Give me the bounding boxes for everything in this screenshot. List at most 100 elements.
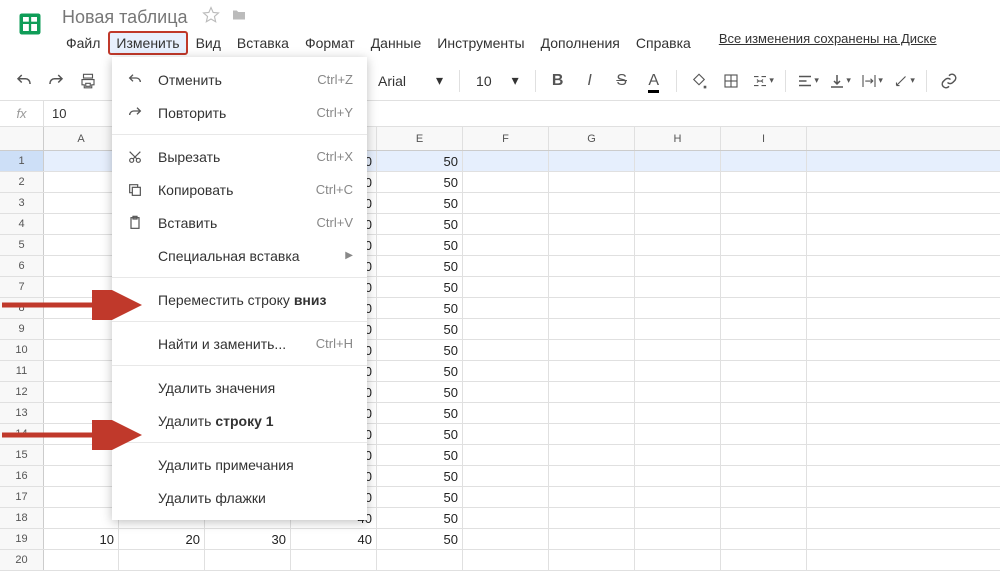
- undo-button[interactable]: [10, 67, 38, 95]
- cell[interactable]: [463, 508, 549, 528]
- menu-delete-values[interactable]: Удалить значения: [112, 371, 367, 404]
- menu-delete-checkboxes[interactable]: Удалить флажки: [112, 481, 367, 514]
- cell[interactable]: [721, 277, 807, 297]
- menu-data[interactable]: Данные: [363, 31, 430, 55]
- cell[interactable]: [721, 550, 807, 570]
- col-header[interactable]: H: [635, 127, 721, 150]
- cell[interactable]: [44, 172, 119, 192]
- menu-addons[interactable]: Дополнения: [533, 31, 628, 55]
- table-row[interactable]: 191020304050: [0, 529, 1000, 550]
- menu-view[interactable]: Вид: [188, 31, 229, 55]
- cell[interactable]: 30: [205, 529, 291, 549]
- row-header[interactable]: 4: [0, 214, 44, 234]
- menu-undo[interactable]: ОтменитьCtrl+Z: [112, 63, 367, 96]
- col-header[interactable]: G: [549, 127, 635, 150]
- cell[interactable]: [463, 550, 549, 570]
- cell[interactable]: 50: [377, 382, 463, 402]
- row-header[interactable]: 18: [0, 508, 44, 528]
- redo-button[interactable]: [42, 67, 70, 95]
- cell[interactable]: 40: [291, 529, 377, 549]
- cell[interactable]: [635, 214, 721, 234]
- cell[interactable]: [549, 403, 635, 423]
- cell[interactable]: [549, 487, 635, 507]
- cell[interactable]: [44, 361, 119, 381]
- cell[interactable]: 10: [44, 529, 119, 549]
- cell[interactable]: [44, 487, 119, 507]
- cell[interactable]: 50: [377, 529, 463, 549]
- cell[interactable]: [549, 424, 635, 444]
- row-header[interactable]: 10: [0, 340, 44, 360]
- cell[interactable]: [635, 424, 721, 444]
- cell[interactable]: [463, 256, 549, 276]
- cell[interactable]: [635, 319, 721, 339]
- menu-paste-special[interactable]: Специальная вставка▶: [112, 239, 367, 272]
- cell[interactable]: 50: [377, 172, 463, 192]
- cell[interactable]: [721, 214, 807, 234]
- text-color-button[interactable]: A: [640, 67, 668, 95]
- select-all-corner[interactable]: [0, 127, 44, 150]
- cell[interactable]: 50: [377, 487, 463, 507]
- row-header[interactable]: 19: [0, 529, 44, 549]
- cell[interactable]: [635, 508, 721, 528]
- cell[interactable]: [721, 529, 807, 549]
- cell[interactable]: [635, 529, 721, 549]
- cell[interactable]: [463, 172, 549, 192]
- col-header[interactable]: I: [721, 127, 807, 150]
- cell[interactable]: [635, 361, 721, 381]
- cell[interactable]: [549, 445, 635, 465]
- cell[interactable]: [119, 550, 205, 570]
- app-logo-icon[interactable]: [12, 6, 48, 42]
- cell[interactable]: [291, 550, 377, 570]
- cell[interactable]: [463, 529, 549, 549]
- cell[interactable]: [549, 277, 635, 297]
- menu-move-row-down[interactable]: Переместить строку вниз: [112, 283, 367, 316]
- row-header[interactable]: 2: [0, 172, 44, 192]
- cell[interactable]: [721, 235, 807, 255]
- cell[interactable]: [721, 445, 807, 465]
- cell[interactable]: [635, 235, 721, 255]
- cell[interactable]: [635, 487, 721, 507]
- valign-button[interactable]: ▾: [826, 67, 854, 95]
- cell[interactable]: [721, 256, 807, 276]
- cell[interactable]: [635, 403, 721, 423]
- cell[interactable]: [44, 340, 119, 360]
- cell[interactable]: [721, 382, 807, 402]
- save-status[interactable]: Все изменения сохранены на Диске: [719, 31, 937, 55]
- cell[interactable]: [44, 550, 119, 570]
- row-header[interactable]: 20: [0, 550, 44, 570]
- star-icon[interactable]: [202, 6, 220, 29]
- row-header[interactable]: 3: [0, 193, 44, 213]
- cell[interactable]: 50: [377, 298, 463, 318]
- col-header[interactable]: E: [377, 127, 463, 150]
- cell[interactable]: [44, 214, 119, 234]
- cell[interactable]: 50: [377, 361, 463, 381]
- document-title[interactable]: Новая таблица: [58, 6, 192, 29]
- cell[interactable]: 50: [377, 445, 463, 465]
- cell[interactable]: [549, 319, 635, 339]
- cell[interactable]: [721, 487, 807, 507]
- cell[interactable]: [549, 151, 635, 171]
- cell[interactable]: [721, 193, 807, 213]
- cell[interactable]: [549, 361, 635, 381]
- menu-cut[interactable]: ВырезатьCtrl+X: [112, 140, 367, 173]
- cell[interactable]: 50: [377, 403, 463, 423]
- cell[interactable]: [721, 340, 807, 360]
- cell[interactable]: [549, 235, 635, 255]
- table-row[interactable]: 20: [0, 550, 1000, 571]
- row-header[interactable]: 16: [0, 466, 44, 486]
- cell[interactable]: [549, 529, 635, 549]
- menu-delete-notes[interactable]: Удалить примечания: [112, 448, 367, 481]
- cell[interactable]: [549, 340, 635, 360]
- cell[interactable]: [44, 466, 119, 486]
- rotate-button[interactable]: ▾: [890, 67, 918, 95]
- cell[interactable]: [463, 235, 549, 255]
- cell[interactable]: [463, 487, 549, 507]
- link-button[interactable]: [935, 67, 963, 95]
- cell[interactable]: [635, 193, 721, 213]
- bold-button[interactable]: B: [544, 67, 572, 95]
- menu-edit[interactable]: Изменить: [108, 31, 187, 55]
- menu-paste[interactable]: ВставитьCtrl+V: [112, 206, 367, 239]
- cell[interactable]: [44, 319, 119, 339]
- cell[interactable]: 50: [377, 319, 463, 339]
- row-header[interactable]: 11: [0, 361, 44, 381]
